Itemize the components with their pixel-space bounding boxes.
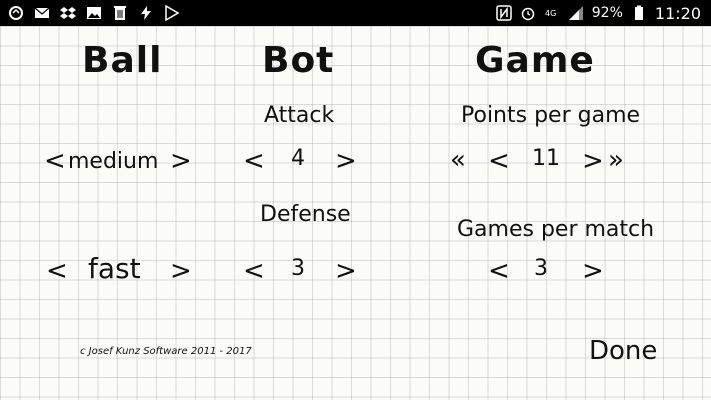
battery-icon	[634, 5, 643, 20]
signal-icon	[568, 6, 583, 20]
games-per-match-label: Games per match	[457, 217, 655, 242]
ball-speed-left-arrow[interactable]: <	[44, 148, 66, 174]
battery-percent: 92%	[591, 5, 623, 21]
defense-label: Defense	[260, 202, 351, 227]
ball-title: Ball	[82, 40, 163, 81]
points-double-left-arrow[interactable]: «	[450, 147, 466, 173]
attack-right-arrow[interactable]: >	[335, 148, 357, 174]
svg-text:4G: 4G	[545, 9, 556, 18]
mail-icon	[34, 7, 50, 18]
nfc-icon	[496, 5, 512, 21]
attack-label: Attack	[264, 103, 335, 128]
attack-left-arrow[interactable]: <	[243, 148, 265, 174]
4g-icon: 4G	[545, 9, 556, 18]
status-bar: 4G 92% 11:20	[0, 0, 711, 26]
points-per-game-label: Points per game	[461, 103, 641, 128]
alarm-icon	[521, 7, 535, 21]
points-value: 11	[532, 146, 560, 171]
attack-value: 4	[291, 146, 305, 171]
points-left-arrow[interactable]: <	[488, 148, 510, 174]
defense-left-arrow[interactable]: <	[243, 258, 265, 284]
status-left-icons	[8, 3, 180, 23]
bot-title: Bot	[262, 40, 335, 81]
ball-speed2-value: fast	[88, 252, 141, 285]
clock: 11:20	[654, 3, 701, 23]
game-title: Game	[475, 40, 595, 81]
play-store-icon	[165, 5, 180, 21]
dropbox-icon	[60, 7, 76, 19]
ball-speed-value: medium	[68, 149, 159, 174]
image-icon	[87, 7, 101, 19]
sync-icon	[9, 6, 23, 20]
defense-right-arrow[interactable]: >	[335, 258, 357, 284]
flash-icon	[141, 6, 151, 20]
defense-value: 3	[291, 256, 305, 281]
ball-speed2-right-arrow[interactable]: >	[170, 258, 192, 284]
copyright-text: c Josef Kunz Software 2011 - 2017	[80, 346, 252, 357]
ball-speed-right-arrow[interactable]: >	[170, 148, 192, 174]
games-right-arrow[interactable]: >	[582, 258, 604, 284]
games-value: 3	[534, 256, 548, 281]
done-button[interactable]: Done	[589, 336, 657, 366]
points-right-arrow[interactable]: >	[582, 148, 604, 174]
points-double-right-arrow[interactable]: »	[608, 147, 624, 173]
games-left-arrow[interactable]: <	[488, 258, 510, 284]
trash-icon	[114, 6, 126, 20]
ball-speed2-left-arrow[interactable]: <	[46, 258, 68, 284]
status-right: 4G 92% 11:20	[496, 3, 701, 23]
